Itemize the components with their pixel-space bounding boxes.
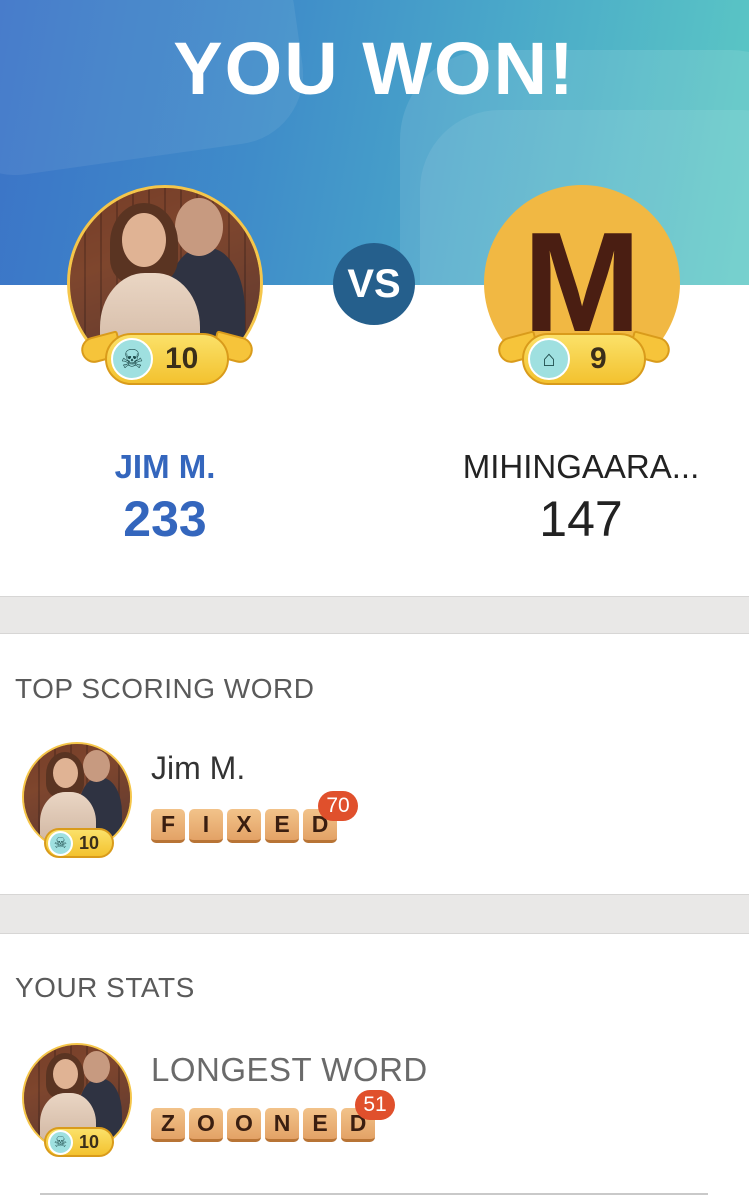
hat-icon: ⌂	[528, 338, 570, 380]
letter-tile: I	[189, 809, 223, 843]
top-word-player-name: Jim M.	[151, 750, 246, 786]
top-word-level-badge: ☠ 10	[44, 828, 114, 858]
player1-level-badge: ☠ 10	[105, 333, 229, 385]
stats-player-avatar-group[interactable]: ☠ 10	[22, 1043, 134, 1161]
longest-word-tiles[interactable]: Z O O N E D	[151, 1108, 375, 1142]
player2-avatar-group[interactable]: M ⌂ 9	[484, 185, 684, 395]
result-title: YOU WON!	[173, 27, 576, 110]
letter-tile: E	[265, 809, 299, 843]
player2-name: MIHINGAARA...	[462, 448, 700, 485]
player2-score: 147	[539, 491, 623, 547]
player1-score: 233	[123, 491, 207, 547]
player1-avatar-group[interactable]: ☠ 10	[67, 185, 267, 395]
letter-tile: X	[227, 809, 261, 843]
player2-level: 9	[590, 342, 607, 375]
top-scoring-word-title: TOP SCORING WORD	[15, 673, 315, 704]
letter-tile: F	[151, 809, 185, 843]
letter-tile: N	[265, 1108, 299, 1142]
skull-crossbones-icon: ☠	[48, 830, 73, 856]
top-word-tiles[interactable]: F I X E D	[151, 809, 337, 843]
letter-tile: E	[303, 1108, 337, 1142]
section-divider	[0, 894, 749, 934]
top-word-player-avatar-group[interactable]: ☠ 10	[22, 742, 134, 860]
longest-word-points-badge: 51	[355, 1090, 395, 1120]
stats-level-badge: ☠ 10	[44, 1127, 114, 1157]
top-word-points-badge: 70	[318, 791, 358, 821]
top-word-level: 10	[79, 832, 100, 853]
skull-crossbones-icon: ☠	[111, 338, 153, 380]
stats-level: 10	[79, 1131, 100, 1152]
list-separator	[40, 1193, 708, 1195]
your-stats-title: YOUR STATS	[15, 972, 195, 1003]
skull-crossbones-icon: ☠	[48, 1129, 73, 1155]
letter-tile: Z	[151, 1108, 185, 1142]
section-divider	[0, 596, 749, 634]
longest-word-label: LONGEST WORD	[151, 1051, 428, 1088]
player1-name: JIM M.	[114, 448, 216, 485]
player1-level: 10	[165, 342, 199, 375]
vs-badge: VS	[333, 243, 415, 325]
letter-tile: O	[227, 1108, 261, 1142]
letter-tile: O	[189, 1108, 223, 1142]
player2-level-badge: ⌂ 9	[522, 333, 646, 385]
